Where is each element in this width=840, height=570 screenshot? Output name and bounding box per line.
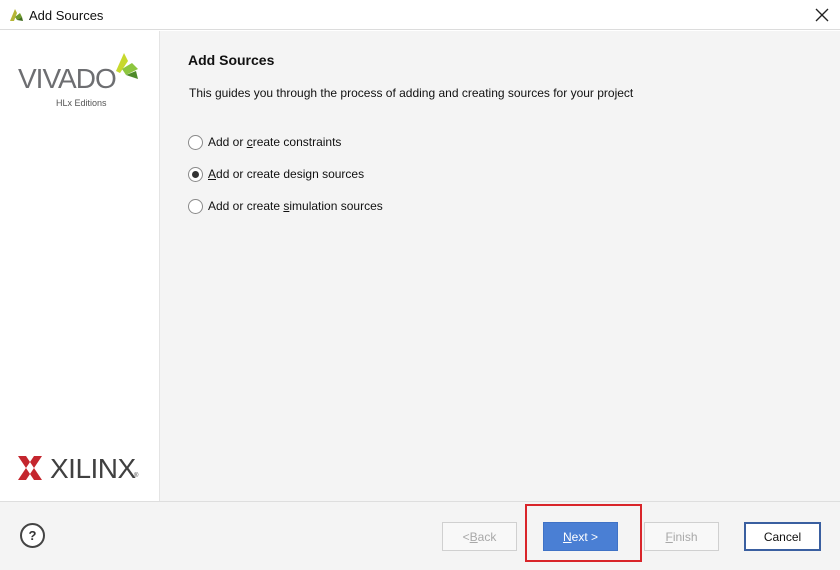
vivado-logo: VIVADO HLx Editions [18, 53, 148, 113]
title-bar: Add Sources [0, 0, 840, 30]
vivado-app-icon [10, 9, 23, 21]
cancel-button[interactable]: Cancel [744, 522, 821, 551]
registered-mark: ® [134, 473, 139, 479]
radio-button[interactable] [188, 134, 203, 150]
next-button[interactable]: Next > [543, 522, 618, 551]
radio-button[interactable] [188, 198, 203, 214]
main-content: Add Sources This guides you through the … [160, 31, 840, 501]
radio-add-constraints[interactable]: Add or create constraints [188, 126, 383, 158]
source-type-radio-group: Add or create constraints Add or create … [188, 126, 383, 222]
window-title: Add Sources [29, 8, 104, 23]
page-description: This guides you through the process of a… [189, 86, 634, 100]
radio-add-design-sources[interactable]: Add or create design sources [188, 158, 383, 190]
page-title: Add Sources [188, 52, 275, 68]
back-button[interactable]: < Back [442, 522, 517, 551]
radio-label: Add or create simulation sources [208, 199, 383, 213]
vivado-leaf-icon [116, 53, 138, 79]
dialog-footer: ? < Back Next > Finish Cancel [0, 501, 840, 570]
close-button[interactable] [810, 4, 834, 26]
help-icon: ? [28, 528, 37, 543]
close-icon [815, 8, 829, 22]
vivado-logo-subtitle: HLx Editions [56, 98, 107, 108]
radio-add-simulation-sources[interactable]: Add or create simulation sources [188, 190, 383, 222]
vivado-logo-text: VIVADO [18, 63, 117, 94]
radio-label: Add or create design sources [208, 167, 365, 181]
radio-button-selected[interactable] [188, 166, 203, 182]
radio-label: Add or create constraints [208, 135, 342, 149]
help-button[interactable]: ? [20, 523, 45, 548]
xilinx-mark-icon [18, 456, 42, 480]
finish-button[interactable]: Finish [644, 522, 719, 551]
xilinx-logo-text: XILINX [50, 453, 136, 484]
sidebar: VIVADO HLx Editions XILINX ® [0, 31, 160, 501]
xilinx-logo: XILINX ® [18, 451, 148, 485]
